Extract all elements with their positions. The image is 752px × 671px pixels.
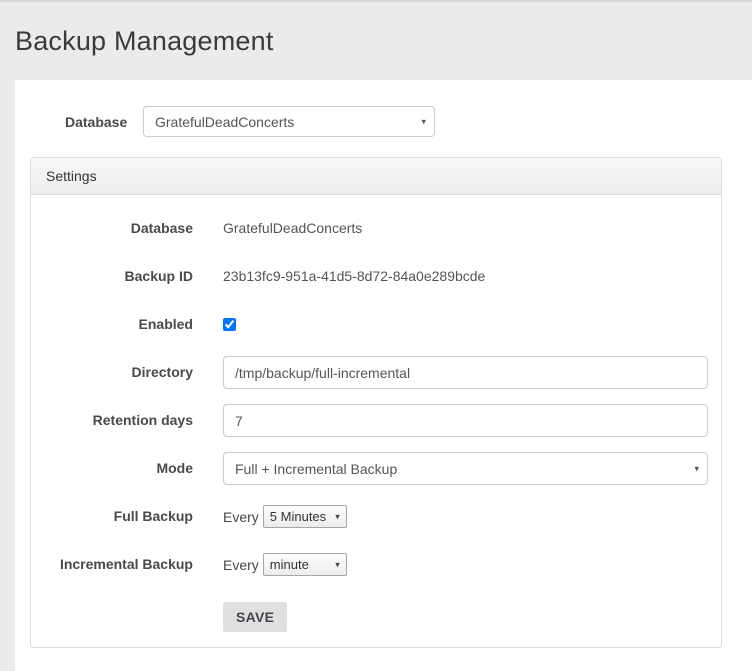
backup-id-label: Backup ID — [46, 260, 193, 284]
directory-row: Directory — [46, 356, 706, 389]
full-backup-label: Full Backup — [46, 500, 193, 524]
mode-select[interactable]: Full + Incremental Backup — [223, 452, 708, 485]
incremental-backup-label: Incremental Backup — [46, 548, 193, 572]
database-field-value: GratefulDeadConcerts — [223, 212, 708, 236]
database-selector-row: Database GratefulDeadConcerts ▾ — [50, 106, 752, 137]
page-header: Backup Management — [0, 2, 752, 80]
incremental-backup-row: Incremental Backup Every minute ▾ — [46, 548, 706, 581]
content-card: Database GratefulDeadConcerts ▾ Settings… — [15, 80, 752, 671]
database-field-row: Database GratefulDeadConcerts — [46, 212, 706, 245]
database-field-label: Database — [46, 212, 193, 236]
settings-panel-body: Database GratefulDeadConcerts Backup ID … — [31, 195, 721, 647]
directory-input[interactable] — [223, 356, 708, 389]
incremental-backup-every-text: Every — [223, 557, 259, 573]
retention-days-label: Retention days — [46, 404, 193, 428]
backup-id-row: Backup ID 23b13fc9-951a-41d5-8d72-84a0e2… — [46, 260, 706, 293]
save-row: SAVE — [46, 596, 706, 632]
save-button[interactable]: SAVE — [223, 602, 287, 632]
backup-id-value: 23b13fc9-951a-41d5-8d72-84a0e289bcde — [223, 260, 708, 284]
full-backup-select-wrap: 5 Minutes ▾ — [259, 505, 347, 528]
settings-panel-heading: Settings — [31, 158, 721, 195]
database-select[interactable]: GratefulDeadConcerts — [143, 106, 435, 137]
directory-label: Directory — [46, 356, 193, 380]
mode-select-wrap: Full + Incremental Backup ▾ — [223, 452, 708, 485]
settings-panel: Settings Database GratefulDeadConcerts B… — [30, 157, 722, 648]
full-backup-interval-select[interactable]: 5 Minutes — [263, 505, 347, 528]
retention-days-input[interactable] — [223, 404, 708, 437]
database-select-wrap: GratefulDeadConcerts ▾ — [143, 106, 435, 137]
mode-label: Mode — [46, 452, 193, 476]
database-selector-label: Database — [50, 114, 143, 130]
incremental-backup-interval-select[interactable]: minute — [263, 553, 347, 576]
retention-days-row: Retention days — [46, 404, 706, 437]
page-title: Backup Management — [0, 2, 752, 57]
mode-row: Mode Full + Incremental Backup ▾ — [46, 452, 706, 485]
save-row-spacer — [46, 596, 193, 604]
incremental-backup-select-wrap: minute ▾ — [259, 553, 347, 576]
enabled-checkbox[interactable] — [223, 318, 236, 331]
enabled-row: Enabled — [46, 308, 706, 341]
full-backup-row: Full Backup Every 5 Minutes ▾ — [46, 500, 706, 533]
enabled-label: Enabled — [46, 308, 193, 332]
full-backup-every-text: Every — [223, 509, 259, 525]
